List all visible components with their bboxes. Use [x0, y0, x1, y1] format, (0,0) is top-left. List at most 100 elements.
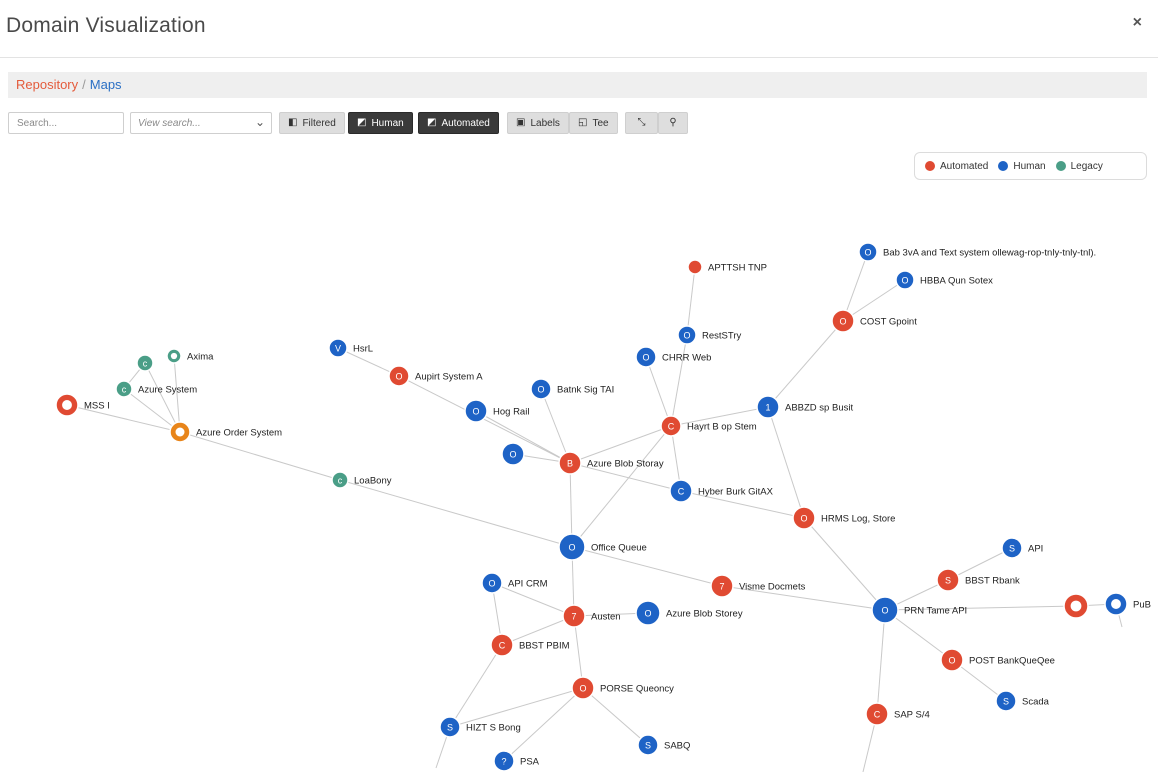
- graph-node-api-s[interactable]: S API: [1001, 537, 1043, 559]
- node-glyph: S: [645, 741, 651, 751]
- graph-node-sabq[interactable]: S SABQ: [637, 734, 690, 756]
- labels-icon: ▣: [516, 117, 526, 128]
- filter-icon: ◧: [288, 117, 298, 128]
- node-label: PORSE Queoncy: [600, 684, 674, 695]
- graph-node-babvx[interactable]: O Bab 3vA and Text system ollewag-rop-tnl…: [858, 242, 1096, 262]
- graph-node-azure-order[interactable]: Azure Order System: [169, 421, 282, 443]
- graph-node-office-queue[interactable]: O Office Queue: [558, 533, 647, 561]
- search-input[interactable]: [8, 112, 124, 134]
- graph-node-hog-rail[interactable]: O Hog Rail: [464, 399, 529, 423]
- human-button-label: Human: [371, 117, 404, 129]
- zoom-search-icon: ⚲: [669, 117, 677, 128]
- node-label: Austen: [591, 612, 621, 623]
- graph-edge: [645, 356, 672, 427]
- automated-button-label: Automated: [441, 117, 490, 129]
- zoom-reset-button[interactable]: ⚲: [658, 112, 688, 134]
- node-core: [62, 400, 72, 410]
- node-label: COST Gpoint: [860, 317, 917, 328]
- graph-node-cost-gpoint[interactable]: O COST Gpoint: [831, 309, 917, 333]
- node-core: [170, 352, 178, 360]
- node-glyph: S: [1003, 697, 1009, 707]
- graph-node-porse[interactable]: O PORSE Queoncy: [571, 676, 674, 700]
- node-glyph: B: [567, 459, 573, 469]
- graph-node-mssi[interactable]: MSS I: [55, 393, 110, 417]
- graph-node-prn[interactable]: O PRN Tame API: [871, 596, 967, 624]
- graph-node-azure-blob-storay[interactable]: B Azure Blob Storay: [558, 451, 664, 475]
- graph-node-red-right[interactable]: [1063, 593, 1089, 619]
- legend-legacy-label: Legacy: [1070, 160, 1103, 172]
- tree-button-label: Tee: [592, 117, 609, 129]
- node-label: Azure System: [138, 385, 197, 396]
- graph-node-pub[interactable]: PuB: [1104, 592, 1151, 616]
- graph-edge: [686, 266, 696, 336]
- node-glyph: O: [901, 276, 908, 286]
- graph-node-loabony[interactable]: c LoaBony: [331, 471, 392, 489]
- graph-node-hrms[interactable]: O HRMS Log, Store: [792, 506, 895, 530]
- graph-node-abbzd[interactable]: 1 ABBZD sp Busit: [756, 395, 853, 419]
- node-core: [1111, 599, 1121, 609]
- human-button[interactable]: ◩ Human: [348, 112, 413, 134]
- node-glyph: 7: [571, 612, 576, 622]
- graph-node-axima[interactable]: Axima: [166, 348, 214, 364]
- legend-item-legacy: Legacy: [1055, 160, 1103, 172]
- node-glyph: O: [579, 684, 586, 694]
- node-glyph: O: [839, 317, 846, 327]
- node-glyph: S: [447, 723, 453, 733]
- view-search-select[interactable]: View search... ⌄: [130, 112, 272, 134]
- node-glyph: V: [335, 344, 341, 354]
- graph-node-blue-o[interactable]: O: [501, 442, 525, 466]
- node-glyph: S: [945, 576, 951, 586]
- legend: Automated Human Legacy: [914, 152, 1147, 180]
- graph-node-hbba[interactable]: O HBBA Qun Sotex: [895, 270, 993, 290]
- graph-node-legacy-c[interactable]: c: [136, 354, 154, 372]
- node-label: Axima: [187, 352, 214, 363]
- graph-node-visme[interactable]: 7 Visme Docmets: [710, 574, 806, 598]
- filtered-button-label: Filtered: [302, 117, 336, 129]
- chevron-down-icon: ⌄: [254, 115, 265, 129]
- domain-graph[interactable]: MSS I Axima c c Azure System Azure Order Syst…: [0, 185, 1158, 772]
- node-label: CHRR Web: [662, 353, 711, 364]
- graph-node-post-bank[interactable]: O POST BankQueQee: [940, 648, 1055, 672]
- graph-node-aupirt[interactable]: O Aupirt System A: [388, 365, 483, 387]
- breadcrumb-repository[interactable]: Repository: [16, 77, 78, 92]
- graph-node-bbst-rbank[interactable]: S BBST Rbank: [936, 568, 1020, 592]
- graph-node-chrr-web[interactable]: O CHRR Web: [635, 346, 711, 368]
- tree-icon: ◱: [578, 117, 588, 128]
- breadcrumb: Repository / Maps: [8, 72, 1147, 98]
- breadcrumb-maps[interactable]: Maps: [90, 77, 122, 92]
- tree-button[interactable]: ◱ Tee: [569, 112, 618, 134]
- graph-node-azure-system[interactable]: c Azure System: [115, 380, 197, 398]
- graph-edge: [179, 431, 341, 481]
- node-label: Hayrt B op Stem: [687, 422, 757, 433]
- node-glyph: O: [642, 353, 649, 363]
- node-label: APTTSH TNP: [708, 263, 767, 274]
- graph-node-hyber[interactable]: C Hyber Burk GitAX: [669, 479, 774, 503]
- node-label: RestSTry: [702, 331, 741, 342]
- node-label: Hog Rail: [493, 407, 529, 418]
- graph-node-azure-blob-storey[interactable]: O Azure Blob Storey: [635, 600, 743, 626]
- graph-node-batnk[interactable]: O Batnk Sig TAI: [530, 378, 614, 400]
- graph-node-apttsh[interactable]: APTTSH TNP: [687, 259, 767, 275]
- graph-edge: [876, 609, 886, 715]
- node-label: LoaBony: [354, 476, 392, 487]
- filtered-button[interactable]: ◧ Filtered: [279, 112, 345, 134]
- graph-node-scada[interactable]: S Scada: [995, 690, 1050, 712]
- graph-node-bbst-pbim[interactable]: C BBST PBIM: [490, 633, 570, 657]
- automated-button[interactable]: ◩ Automated: [418, 112, 499, 134]
- labels-button[interactable]: ▣ Labels: [507, 112, 569, 134]
- graph-node-restry[interactable]: O RestSTry: [677, 325, 741, 345]
- legend-item-human: Human: [998, 161, 1046, 172]
- node-label: Hyber Burk GitAX: [698, 487, 774, 498]
- legend-automated-label: Automated: [940, 160, 989, 172]
- close-icon[interactable]: ×: [1133, 14, 1142, 32]
- view-search-placeholder: View search...: [138, 118, 201, 129]
- graph-node-psa[interactable]: ? PSA: [493, 750, 540, 772]
- collapse-button[interactable]: ⤡: [625, 112, 658, 134]
- graph-node-hizt[interactable]: S HIZT S Bong: [439, 716, 521, 738]
- graph-node-sap[interactable]: C SAP S/4: [865, 702, 930, 726]
- graph-node-austen[interactable]: 7 Austen: [562, 604, 621, 628]
- legend-human-swatch: [998, 161, 1009, 171]
- graph-node-api-crm[interactable]: O API CRM: [481, 572, 548, 594]
- node-glyph: 7: [719, 582, 724, 592]
- node-label: Azure Blob Storey: [666, 609, 743, 620]
